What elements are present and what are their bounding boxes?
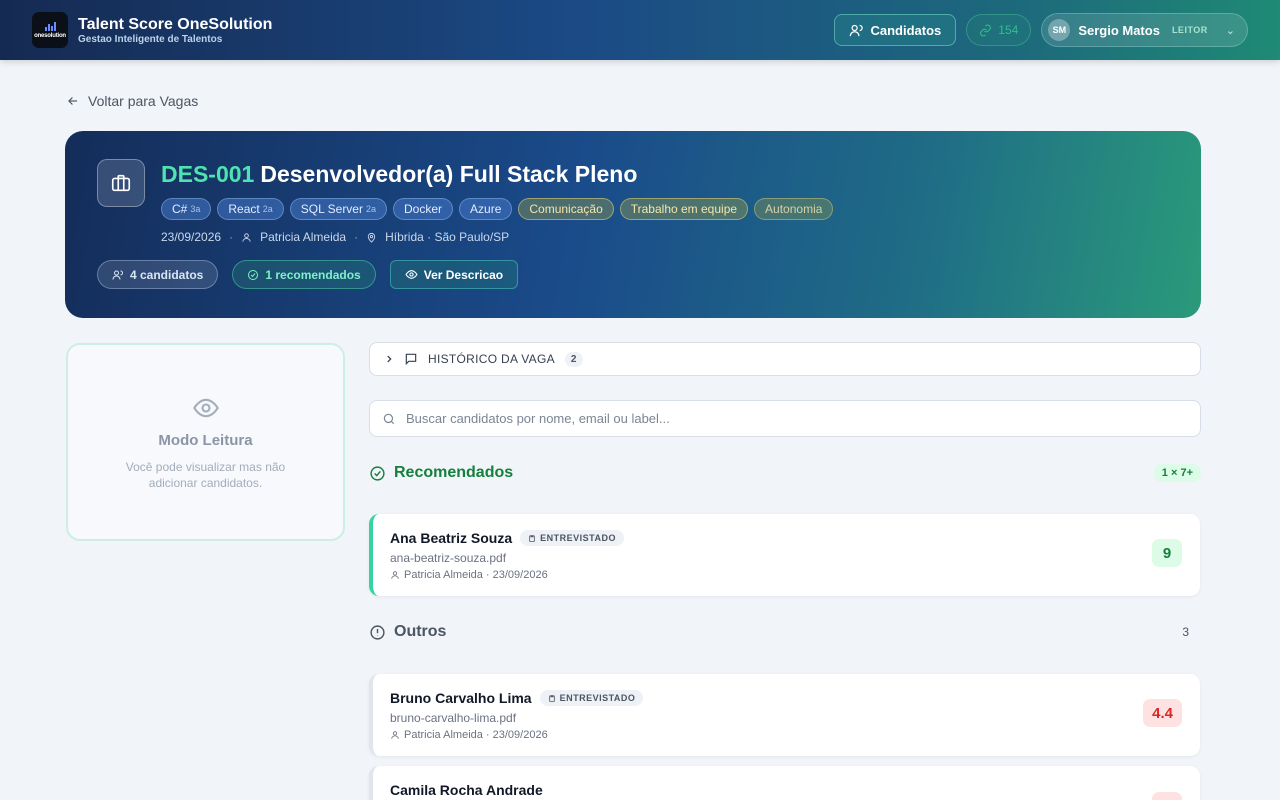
link-icon [980, 24, 992, 36]
users-icon [112, 270, 123, 280]
candidate-file: bruno-carvalho-lima.pdf [390, 711, 517, 725]
candidate-name: Camila Rocha Andrade [390, 782, 543, 798]
app-logo[interactable]: onesolution [32, 12, 68, 48]
soft-skill-tag: Comunicação [518, 198, 614, 220]
job-location: Híbrida · São Paulo/SP [385, 230, 510, 244]
job-actions: 4 candidatos 1 recomendados Ver Descrica… [97, 260, 519, 289]
back-label: Voltar para Vagas [88, 93, 199, 109]
candidate-name: Bruno Carvalho Lima [390, 690, 532, 706]
clipboard-icon [529, 534, 535, 542]
recommended-badge: 1 × 7+ [1153, 464, 1201, 482]
check-circle-icon [370, 465, 385, 481]
job-code: DES-001 [161, 161, 255, 187]
candidate-search [369, 400, 1201, 437]
briefcase-icon [97, 159, 145, 207]
candidate-score: 9 [1152, 539, 1182, 567]
candidate-card[interactable]: Bruno Carvalho Lima ENTREVISTADO bruno-c… [369, 674, 1200, 756]
logo-text: onesolution [34, 33, 66, 39]
avatar: SM [1048, 19, 1071, 41]
user-icon [391, 731, 399, 739]
job-header-card: DES-001 Desenvolvedor(a) Full Stack Pleno… [65, 131, 1201, 318]
status-badge: ENTREVISTADO [520, 530, 624, 546]
candidatos-button[interactable]: Candidatos [834, 14, 957, 46]
job-date: 23/09/2026 [161, 230, 222, 244]
history-label: HISTÓRICO DA VAGA [428, 352, 555, 366]
clipboard-icon [548, 694, 555, 702]
top-navigation-bar: onesolution Talent Score OneSolution Ges… [0, 0, 1280, 60]
candidate-card[interactable]: Camila Rocha Andrade [369, 766, 1200, 800]
job-title: DES-001 Desenvolvedor(a) Full Stack Pleno [161, 161, 637, 188]
header-actions: Candidatos 154 SM Sergio Matos LEITOR ⌄ [834, 13, 1248, 47]
tech-tag: SQL Server 2a [289, 198, 387, 220]
chevron-right-icon [387, 355, 392, 363]
search-icon [383, 413, 395, 424]
tech-tag: Azure [459, 198, 513, 220]
check-circle-icon [248, 269, 259, 280]
history-count: 2 [564, 351, 583, 367]
candidate-meta: Patricia Almeida · 23/09/2026 [390, 569, 548, 581]
read-mode-text: Você pode visualizar mas não adicionar c… [125, 459, 286, 490]
brand: Talent Score OneSolution Gestao Intelige… [78, 15, 272, 46]
recommended-count-button[interactable]: 1 recomendados [232, 260, 376, 289]
alert-circle-icon [370, 624, 385, 640]
search-input[interactable] [406, 411, 1188, 426]
read-mode-card: Modo Leitura Você pode visualizar mas nã… [66, 343, 345, 541]
users-icon [850, 24, 864, 36]
user-menu[interactable]: SM Sergio Matos LEITOR ⌄ [1041, 13, 1248, 47]
read-mode-title: Modo Leitura [158, 431, 253, 449]
arrow-left-icon [68, 97, 78, 105]
others-title: Outros [394, 623, 447, 640]
user-role-badge: LEITOR [1171, 25, 1208, 35]
logo-chart-icon [44, 21, 56, 31]
candidate-meta: Patricia Almeida · 23/09/2026 [390, 729, 548, 741]
tech-tag: React 2a [217, 198, 284, 220]
chevron-down-icon: ⌄ [1225, 24, 1235, 37]
candidate-score [1152, 792, 1182, 800]
candidatos-label: Candidatos [870, 22, 942, 38]
job-history-toggle[interactable]: HISTÓRICO DA VAGA 2 [369, 342, 1201, 376]
job-meta: 23/09/2026 · Patricia Almeida · Híbrida … [161, 230, 510, 244]
job-tags: C# 3a React 2a SQL Server 2a Docker Azure C… [161, 198, 834, 220]
user-name: Sergio Matos [1078, 22, 1160, 38]
eye-icon [192, 398, 219, 417]
app-subtitle: Gestao Inteligente de Talentos [78, 33, 223, 45]
recommended-section-header: Recomendados 1 × 7+ [369, 462, 1201, 484]
tech-tag: C# 3a [161, 198, 212, 220]
credits-count: 154 [998, 23, 1019, 37]
candidate-card[interactable]: Ana Beatriz Souza ENTREVISTADO ana-beatr… [369, 514, 1200, 596]
soft-skill-tag: Autonomia [754, 198, 834, 220]
recommended-title: Recomendados [394, 464, 514, 481]
credits-button[interactable]: 154 [966, 14, 1032, 46]
status-badge: ENTREVISTADO [539, 690, 644, 706]
candidate-name: Ana Beatriz Souza [390, 530, 513, 546]
eye-icon [405, 270, 418, 279]
candidates-count-button[interactable]: 4 candidatos [97, 260, 219, 289]
candidate-file: ana-beatriz-souza.pdf [390, 551, 507, 565]
tech-tag: Docker [393, 198, 454, 220]
job-title-text: Desenvolvedor(a) Full Stack Pleno [260, 161, 638, 187]
others-section-header: Outros 3 [369, 622, 1201, 642]
user-icon [242, 232, 251, 242]
back-to-jobs-link[interactable]: Voltar para Vagas [66, 93, 198, 109]
message-icon [405, 353, 417, 366]
user-icon [391, 571, 399, 579]
soft-skill-tag: Trabalho em equipe [619, 198, 749, 220]
view-description-button[interactable]: Ver Descricao [389, 260, 519, 289]
others-count: 3 [1182, 625, 1189, 639]
app-title: Talent Score OneSolution [78, 15, 273, 33]
job-recruiter: Patricia Almeida [260, 230, 347, 244]
candidate-score: 4.4 [1143, 699, 1182, 727]
map-pin-icon [367, 232, 376, 243]
